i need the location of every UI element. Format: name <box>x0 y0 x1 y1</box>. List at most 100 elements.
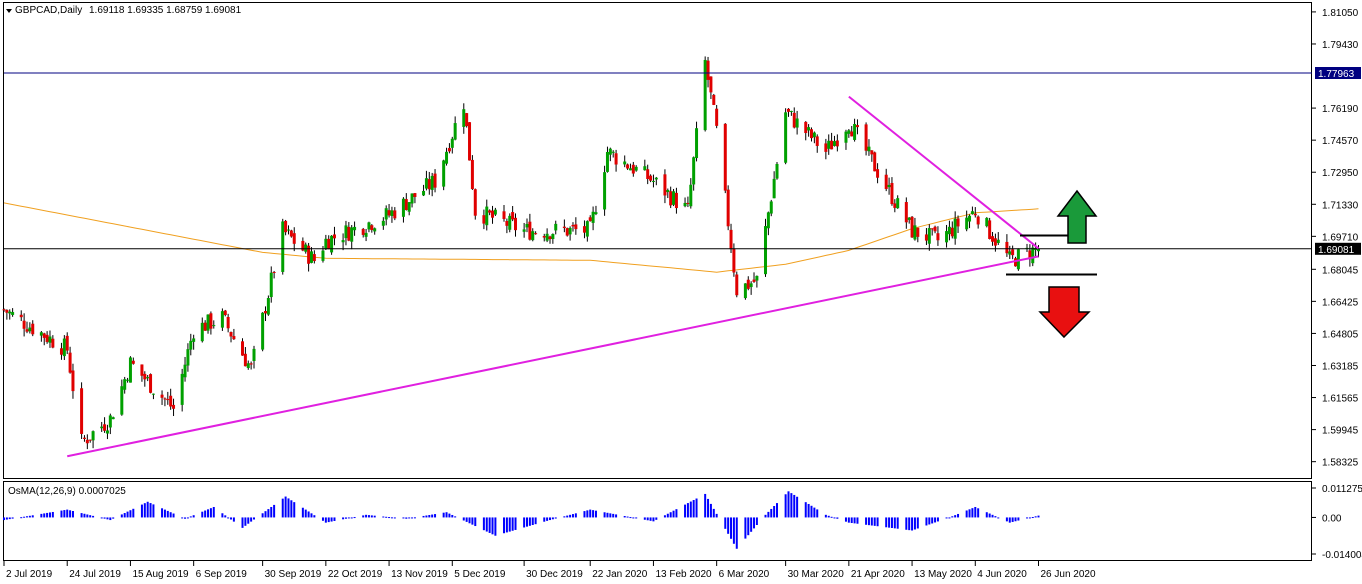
bear-candle[interactable] <box>468 122 472 161</box>
bull-candle[interactable] <box>766 212 770 229</box>
bear-candle[interactable] <box>850 131 854 137</box>
bull-candle[interactable] <box>1031 247 1035 264</box>
bull-candle[interactable] <box>462 109 466 127</box>
bear-candle[interactable] <box>387 210 391 216</box>
bear-candle[interactable] <box>542 236 546 238</box>
bear-candle[interactable] <box>131 360 135 364</box>
bull-candle[interactable] <box>48 336 52 343</box>
bull-candle[interactable] <box>772 178 776 199</box>
bear-candle[interactable] <box>864 124 868 151</box>
bear-candle[interactable] <box>241 341 245 356</box>
bear-candle[interactable] <box>893 203 897 208</box>
bull-candle[interactable] <box>651 180 655 182</box>
bear-candle[interactable] <box>433 173 437 188</box>
bull-candle[interactable] <box>605 152 609 172</box>
bear-candle[interactable] <box>956 218 960 227</box>
bull-candle[interactable] <box>1008 251 1012 255</box>
bear-candle[interactable] <box>988 220 992 239</box>
bear-candle[interactable] <box>565 228 569 236</box>
bear-candle[interactable] <box>1005 241 1009 254</box>
bull-candle[interactable] <box>281 221 285 272</box>
bear-candle[interactable] <box>88 439 92 441</box>
bear-candle[interactable] <box>910 216 914 238</box>
bear-candle[interactable] <box>588 217 592 222</box>
bull-candle[interactable] <box>126 379 130 381</box>
bull-candle[interactable] <box>812 132 816 138</box>
bear-candle[interactable] <box>292 233 296 244</box>
bear-candle[interactable] <box>646 169 650 180</box>
bear-candle[interactable] <box>528 221 532 240</box>
bull-candle[interactable] <box>913 225 917 240</box>
bull-candle[interactable] <box>422 190 426 196</box>
bear-candle[interactable] <box>143 373 147 380</box>
bull-candle[interactable] <box>996 239 1000 243</box>
bear-candle[interactable] <box>232 336 236 340</box>
bull-candle[interactable] <box>643 166 647 171</box>
bear-candle[interactable] <box>482 215 486 224</box>
bear-candle[interactable] <box>264 311 267 314</box>
bear-candle[interactable] <box>735 274 739 296</box>
bear-candle[interactable] <box>876 169 880 178</box>
bull-candle[interactable] <box>525 223 529 228</box>
bear-candle[interactable] <box>203 322 207 331</box>
collapse-triangle-icon[interactable] <box>6 9 12 13</box>
bear-candle[interactable] <box>933 226 937 232</box>
bull-candle[interactable] <box>91 431 95 441</box>
bear-candle[interactable] <box>160 394 164 398</box>
bear-candle[interactable] <box>223 310 227 316</box>
bear-candle[interactable] <box>166 399 170 401</box>
bull-candle[interactable] <box>206 314 210 331</box>
bear-candle[interactable] <box>51 338 55 348</box>
bull-candle[interactable] <box>212 325 216 327</box>
bull-candle[interactable] <box>789 110 793 112</box>
bear-candle[interactable] <box>80 388 84 434</box>
bull-candle[interactable] <box>430 175 434 190</box>
bear-candle[interactable] <box>674 192 678 209</box>
bear-candle[interactable] <box>447 148 451 152</box>
bear-candle[interactable] <box>312 254 316 262</box>
bear-candle[interactable] <box>571 224 575 227</box>
bear-candle[interactable] <box>787 108 790 112</box>
support-trendline[interactable] <box>67 255 1039 458</box>
bull-candle[interactable] <box>324 238 328 250</box>
bull-candle[interactable] <box>608 148 612 155</box>
bull-candle[interactable] <box>907 217 911 220</box>
bull-candle[interactable] <box>266 298 270 315</box>
bear-candle[interactable] <box>830 140 834 150</box>
bull-candle[interactable] <box>410 193 414 204</box>
bull-candle[interactable] <box>551 234 555 240</box>
bull-candle[interactable] <box>867 146 871 152</box>
bull-candle[interactable] <box>634 166 638 171</box>
bull-candle[interactable] <box>105 430 109 434</box>
bull-candle[interactable] <box>28 327 32 332</box>
bear-candle[interactable] <box>347 226 351 241</box>
bear-candle[interactable] <box>45 334 49 342</box>
bull-candle[interactable] <box>985 217 989 227</box>
bull-candle[interactable] <box>683 202 687 207</box>
bull-candle[interactable] <box>703 59 707 131</box>
bull-candle[interactable] <box>330 235 334 253</box>
bear-candle[interactable] <box>723 123 727 191</box>
bull-candle[interactable] <box>847 130 851 134</box>
bull-candle[interactable] <box>100 426 104 429</box>
bull-candle[interactable] <box>367 222 371 230</box>
bull-candle[interactable] <box>927 228 931 244</box>
bear-candle[interactable] <box>473 189 477 216</box>
bear-candle[interactable] <box>631 164 635 174</box>
bear-candle[interactable] <box>502 211 506 220</box>
bear-candle[interactable] <box>626 164 630 169</box>
bull-candle[interactable] <box>775 163 779 179</box>
bull-candle[interactable] <box>381 220 385 226</box>
bear-candle[interactable] <box>669 191 673 206</box>
bull-candle[interactable] <box>585 221 589 237</box>
bull-candle[interactable] <box>450 138 454 148</box>
bull-candle[interactable] <box>591 211 595 223</box>
bear-candle[interactable] <box>511 212 515 220</box>
bear-candle[interactable] <box>574 224 578 230</box>
bear-candle[interactable] <box>709 76 713 93</box>
bull-candle[interactable] <box>246 363 250 368</box>
bull-candle[interactable] <box>286 229 290 231</box>
bull-candle[interactable] <box>120 386 124 415</box>
bull-candle[interactable] <box>186 349 190 366</box>
bear-candle[interactable] <box>993 238 997 246</box>
